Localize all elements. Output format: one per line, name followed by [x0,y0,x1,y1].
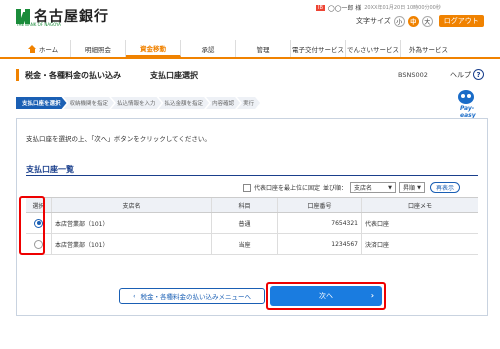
memo-cell: 決済口座 [365,241,390,249]
pay-easy-text: Pay-easy [460,105,476,119]
step-select-account: 支払口座を選択 [16,97,67,109]
step-confirm: 内容確認 [206,97,240,109]
utility-bar: 文字サイズ 小 中 大 ログアウト [356,15,484,27]
col-header-account: 口座番号 [278,198,362,212]
list-controls: 代表口座を最上位に固定 並び順： 支店名 ▼ 昇順 ▼ 再表示 [243,182,461,193]
step-payment-info: 払込情報を入力 [111,97,162,109]
account-cell: 1234567 [278,234,362,254]
sort-key-select[interactable]: 支店名 ▼ [350,182,397,193]
account-cell: 7654321 [278,213,362,233]
col-header-subject: 科目 [212,198,278,212]
select-column-highlight [19,196,45,255]
title-accent-bar [16,69,19,81]
nav-approval[interactable]: 承認 [181,40,236,57]
chevron-down-icon: ▼ [417,184,422,191]
back-to-menu-button[interactable]: ‹ 税金・各種料金の払い込みメニューへ [119,288,265,304]
font-size-medium-button[interactable]: 中 [407,15,419,27]
nav-admin[interactable]: 管理 [236,40,291,57]
sort-key-value: 支店名 [354,185,373,192]
back-button-label: 税金・各種料金の払い込みメニューへ [140,293,252,301]
sort-order-select[interactable]: 昇順 ▼ [399,182,426,193]
page-title-bar: 税金・各種料金の払い込み 支払口座選択 BSNS002 ヘルプ ? [16,68,488,82]
user-badge: IB [316,4,325,11]
user-info: IB ◯◯一郎 様 20XX年01月20日 10時00分00秒 [316,3,441,12]
screen-id: BSNS002 [398,71,428,79]
chevron-down-icon: ▼ [388,184,393,191]
table-row[interactable]: 本店営業部（101） 当座 1234567 決済口座 [26,234,478,255]
bank-sub: THE BANK OF NAGOYA [16,22,61,27]
col-header-branch: 支店名 [52,198,212,212]
home-icon [27,44,37,53]
account-table: 選択 支店名 科目 口座番号 口座メモ 本店営業部（101） 普通 765432… [26,197,478,255]
nav-statements[interactable]: 明細照会 [71,40,126,57]
step-execute: 実行 [237,97,260,109]
logout-button[interactable]: ログアウト [438,15,484,27]
pay-easy-logo: Pay-easy [452,90,484,120]
subject-cell: 当座 [212,234,278,254]
col-header-memo: 口座メモ [407,202,432,210]
chevron-left-icon: ‹ [132,292,136,300]
page-title: 税金・各種料金の払い込み [25,71,121,80]
font-size-large-button[interactable]: 大 [421,15,433,27]
pin-primary-checkbox[interactable] [243,183,251,192]
step-amount: 払込金額を指定 [159,97,210,109]
font-size-small-button[interactable]: 小 [393,15,405,27]
pin-primary-label: 代表口座を最上位に固定 [254,185,321,192]
branch-cell: 本店営業部（101） [52,213,212,233]
pay-easy-mascot-icon [458,90,474,104]
content-panel: 支払口座を選択の上、「次へ」ボタンをクリックしてください。 支払口座一覧 代表口… [16,118,488,316]
help-label: ヘルプ [450,70,471,79]
help-link[interactable]: ヘルプ ? [450,69,484,80]
user-name: ◯◯一郎 様 [327,5,362,12]
subject-cell: 普通 [212,213,278,233]
section-title: 支払口座一覧 [26,165,74,174]
help-icon: ? [473,69,484,80]
step-payee: 収納機関を指定 [64,97,115,109]
global-nav: ホーム 明細照会 資金移動 承認 管理 電子交付サービス でんさいサービス 外為… [0,40,500,59]
memo-cell: 代表口座 [365,220,390,228]
table-row[interactable]: 本店営業部（101） 普通 7654321 代表口座 [26,213,478,234]
branch-cell: 本店営業部（101） [52,234,212,254]
section-divider [26,175,478,176]
redisplay-button[interactable]: 再表示 [430,182,461,193]
login-datetime: 20XX年01月20日 10時00分00秒 [364,5,441,11]
instruction-text: 支払口座を選択の上、「次へ」ボタンをクリックしてください。 [26,135,211,143]
nav-forex[interactable]: 外為サービス [401,40,456,57]
nav-densai[interactable]: でんさいサービス [346,40,401,57]
nav-home[interactable]: ホーム [16,40,71,57]
font-size-label: 文字サイズ [356,17,391,25]
nav-home-label: ホーム [38,45,59,54]
sort-label: 並び順： [323,185,348,192]
page-subtitle: 支払口座選択 [150,71,198,80]
progress-steps: 支払口座を選択 収納機関を指定 払込情報を入力 払込金額を指定 内容確認 実行 [16,97,336,109]
table-header-row: 選択 支店名 科目 口座番号 口座メモ [26,197,478,213]
sort-order-value: 昇順 [403,185,416,192]
header: 名古屋銀行 THE BANK OF NAGOYA IB ◯◯一郎 様 20XX年… [0,0,500,34]
next-button-highlight [266,282,386,310]
nav-transfers[interactable]: 資金移動 [126,40,181,57]
nav-e-delivery[interactable]: 電子交付サービス [291,40,346,57]
